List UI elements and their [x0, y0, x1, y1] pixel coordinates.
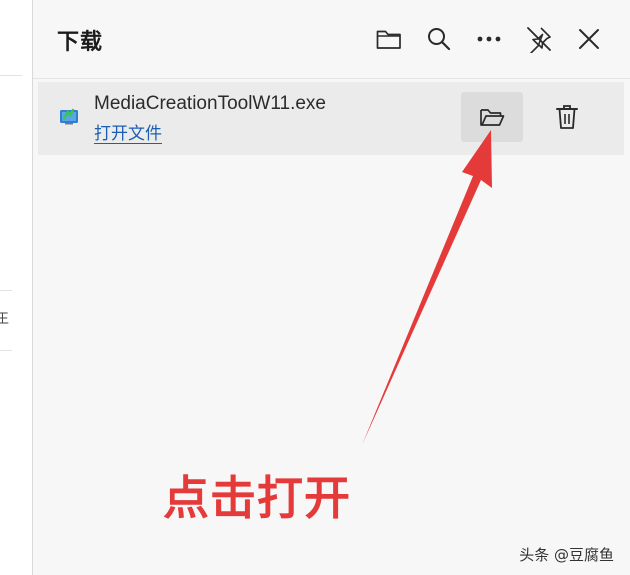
search-icon: [428, 28, 451, 51]
search-downloads-button[interactable]: [421, 21, 457, 57]
delete-download-button[interactable]: [545, 92, 589, 142]
downloads-header: 下载: [33, 0, 630, 79]
open-folder-icon: [480, 109, 505, 126]
unpin-panel-button[interactable]: [521, 21, 557, 57]
background-window-edge: 王: [0, 0, 33, 575]
installer-app-icon: [60, 108, 78, 125]
close-icon: [579, 29, 599, 49]
show-in-folder-button[interactable]: [461, 92, 523, 142]
download-item[interactable]: MediaCreationToolW11.exe 打开文件: [38, 82, 624, 155]
open-downloads-folder-button[interactable]: [371, 21, 407, 57]
partial-text-glyph: 王: [0, 312, 10, 327]
more-options-icon: [477, 36, 501, 42]
annotation-caption: 点击打开: [163, 471, 351, 525]
divider: [0, 290, 12, 291]
divider: [0, 75, 22, 76]
page-title: 下载: [57, 30, 104, 55]
pin-off-icon: [527, 27, 551, 53]
more-options-button[interactable]: [471, 21, 507, 57]
watermark: 头条 @豆腐鱼: [519, 546, 614, 564]
close-panel-button[interactable]: [571, 21, 607, 57]
file-name: MediaCreationToolW11.exe: [94, 93, 326, 114]
folder-icon: [376, 30, 401, 49]
divider: [0, 350, 12, 351]
trash-icon: [556, 105, 578, 129]
open-file-link[interactable]: 打开文件: [94, 119, 162, 144]
